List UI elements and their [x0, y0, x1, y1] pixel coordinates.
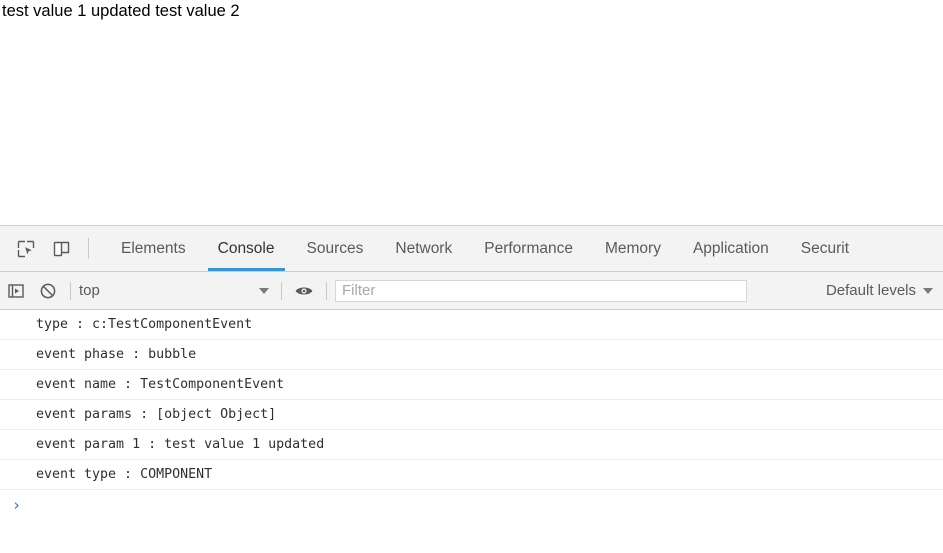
console-message-row: type : c:TestComponentEvent	[0, 310, 943, 340]
page-body-text: test value 1 updated test value 2	[2, 2, 240, 20]
devtools-tab-list: Elements Console Sources Network Perform…	[105, 226, 943, 271]
prompt-chevron-icon: ›	[12, 495, 22, 514]
tab-label: Sources	[306, 239, 364, 257]
console-filter-input[interactable]: Filter	[335, 279, 747, 302]
console-message-row: event params : [object Object]	[0, 400, 943, 430]
console-message-text: event param 1 : test value 1 updated	[36, 437, 325, 452]
console-filter-toolbar: top Filter Default levels	[0, 272, 943, 310]
toolbar-divider	[88, 238, 89, 259]
device-toolbar-button[interactable]	[44, 226, 80, 271]
tab-console[interactable]: Console	[202, 226, 291, 271]
console-sidebar-icon	[7, 282, 25, 300]
console-message-row: event type : COMPONENT	[0, 460, 943, 490]
toolbar-divider	[70, 281, 71, 300]
console-message-row: event name : TestComponentEvent	[0, 370, 943, 400]
log-levels-dropdown[interactable]: Default levels	[820, 282, 943, 299]
execution-context-label: top	[79, 282, 100, 299]
inspect-element-button[interactable]	[8, 226, 44, 271]
tab-memory[interactable]: Memory	[589, 226, 677, 271]
execution-context-dropdown[interactable]: top	[77, 279, 275, 303]
tab-label: Securit	[800, 239, 850, 257]
console-message-row: event phase : bubble	[0, 340, 943, 370]
eye-icon	[294, 282, 314, 300]
console-message-row: event param 1 : test value 1 updated	[0, 430, 943, 460]
tab-label: Memory	[604, 239, 661, 257]
devtools-tabstrip: Elements Console Sources Network Perform…	[0, 226, 943, 272]
console-prompt[interactable]: ›	[0, 490, 943, 520]
inspect-element-icon	[16, 239, 36, 259]
tab-label: Elements	[121, 239, 186, 257]
chevron-down-icon	[923, 287, 933, 294]
tab-label: Console	[217, 239, 275, 257]
console-message-text: type : c:TestComponentEvent	[36, 317, 253, 332]
tab-sources[interactable]: Sources	[291, 226, 380, 271]
live-expression-button[interactable]	[288, 275, 320, 307]
clear-console-icon	[39, 282, 57, 300]
devtools-panel: Elements Console Sources Network Perform…	[0, 225, 943, 553]
console-message-text: event phase : bubble	[36, 347, 197, 362]
console-message-list[interactable]: type : c:TestComponentEvent event phase …	[0, 310, 943, 553]
console-message-text: event params : [object Object]	[36, 407, 277, 422]
tab-elements[interactable]: Elements	[105, 226, 202, 271]
device-toolbar-icon	[52, 239, 72, 259]
tab-performance[interactable]: Performance	[468, 226, 589, 271]
tab-network[interactable]: Network	[379, 226, 468, 271]
tab-application[interactable]: Application	[677, 226, 785, 271]
toolbar-divider	[281, 281, 282, 300]
tab-label: Application	[692, 239, 769, 257]
tab-label: Performance	[484, 239, 573, 257]
filter-placeholder: Filter	[342, 282, 376, 299]
console-message-text: event type : COMPONENT	[36, 467, 213, 482]
page-viewport: test value 1 updated test value 2	[0, 0, 943, 225]
clear-console-button[interactable]	[32, 275, 64, 307]
toolbar-divider	[326, 281, 327, 300]
console-message-text: event name : TestComponentEvent	[36, 377, 285, 392]
tab-label: Network	[395, 239, 453, 257]
log-levels-label: Default levels	[825, 282, 916, 299]
console-sidebar-toggle-button[interactable]	[0, 275, 32, 307]
tab-security[interactable]: Securit	[785, 226, 865, 271]
chevron-down-icon	[259, 287, 269, 294]
